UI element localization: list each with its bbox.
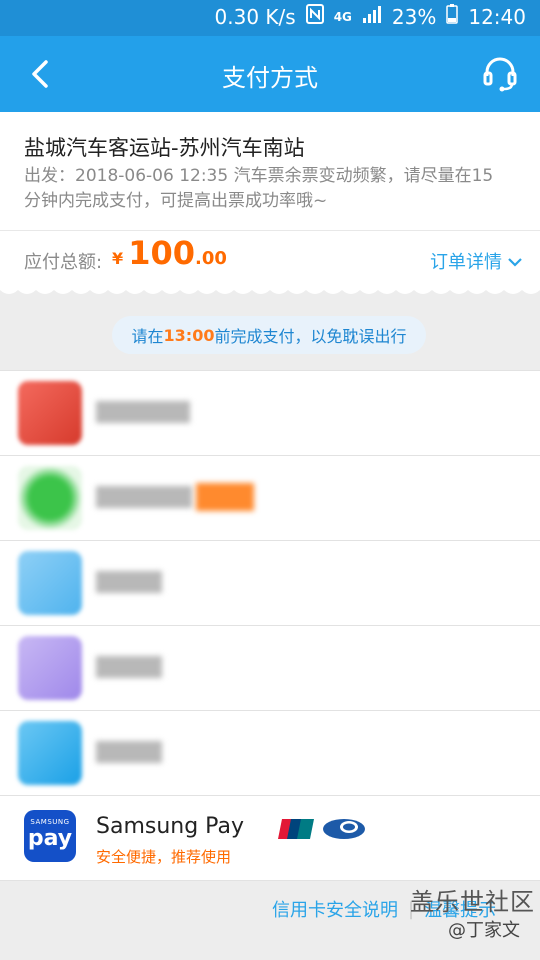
payment-option[interactable] <box>0 541 540 626</box>
battery-icon <box>446 4 459 29</box>
samsung-pay-logo-word: pay <box>27 826 73 851</box>
ticket-edge <box>0 282 540 294</box>
payment-option[interactable] <box>0 626 540 711</box>
payment-logo-icon <box>18 721 82 785</box>
obscured-label <box>96 741 162 763</box>
obscured-label <box>96 401 190 423</box>
nfc-icon <box>305 4 324 29</box>
amount-decimal: .00 <box>195 248 227 269</box>
quickpass-icon <box>323 819 365 839</box>
watermark: 盖乐世社区 <box>410 888 535 916</box>
page-title: 支付方式 <box>222 64 318 92</box>
samsung-pay-logo-brand: SAMSUNG <box>30 818 70 826</box>
headset-icon <box>480 57 520 98</box>
order-detail-link[interactable]: 订单详情 <box>430 248 522 274</box>
deadline-time: 13:00 <box>163 325 215 345</box>
payment-option[interactable] <box>0 456 540 541</box>
deadline-suffix: 前完成支付，以免耽误出行 <box>214 327 407 346</box>
payment-logo-icon <box>18 636 82 700</box>
samsung-pay-subtitle: 安全便捷，推荐使用 <box>96 848 232 866</box>
amount-value: ¥ 100.00 <box>112 234 227 272</box>
watermark-author: @丁家文 <box>448 920 520 941</box>
status-bar: 0.30 K/s 4G 23% 12:40 <box>0 0 540 36</box>
battery-percent: 23% <box>391 4 437 29</box>
credit-card-security-link[interactable]: 信用卡安全说明 <box>272 896 398 922</box>
payment-option-samsung-pay[interactable]: SAMSUNG pay Samsung Pay 安全便捷，推荐使用 <box>0 796 540 881</box>
network-type: 4G <box>333 9 352 24</box>
divider <box>0 230 540 231</box>
payment-logo-icon <box>18 466 82 530</box>
payment-logo-icon <box>18 551 82 615</box>
net-speed: 0.30 K/s <box>214 4 296 29</box>
payment-option[interactable] <box>0 711 540 796</box>
obscured-label <box>96 656 162 678</box>
samsung-pay-name: Samsung Pay <box>96 814 244 839</box>
deadline-notice: 请在 13:00 前完成支付，以免耽误出行 <box>112 316 426 354</box>
samsung-pay-logo-icon: SAMSUNG pay <box>24 810 76 862</box>
obscured-label <box>96 486 192 508</box>
title-bar: 支付方式 <box>0 36 540 112</box>
route-title: 盐城汽车客运站-苏州汽车南站 <box>24 136 305 160</box>
chevron-down-icon <box>508 251 522 272</box>
signal-icon <box>362 5 382 29</box>
clock: 12:40 <box>468 4 526 29</box>
deadline-prefix: 请在 <box>131 327 164 346</box>
amount-integer: 100 <box>128 234 196 272</box>
customer-service-button[interactable] <box>480 54 520 94</box>
order-detail-label: 订单详情 <box>430 252 502 273</box>
currency-symbol: ¥ <box>112 249 124 268</box>
obscured-tag <box>196 483 254 511</box>
amount-label: 应付总额: <box>24 252 103 273</box>
payment-option[interactable] <box>0 371 540 456</box>
obscured-label <box>96 571 162 593</box>
departure-notice: 出发：2018-06-06 12:35 汽车票余票变动频繁，请尽量在15分钟内完… <box>24 166 494 211</box>
payment-method-list: SAMSUNG pay Samsung Pay 安全便捷，推荐使用 <box>0 370 540 881</box>
payment-logo-icon <box>18 381 82 445</box>
order-card: 盐城汽车客运站-苏州汽车南站 出发：2018-06-06 12:35 汽车票余票… <box>0 112 540 290</box>
unionpay-icon <box>278 819 314 839</box>
